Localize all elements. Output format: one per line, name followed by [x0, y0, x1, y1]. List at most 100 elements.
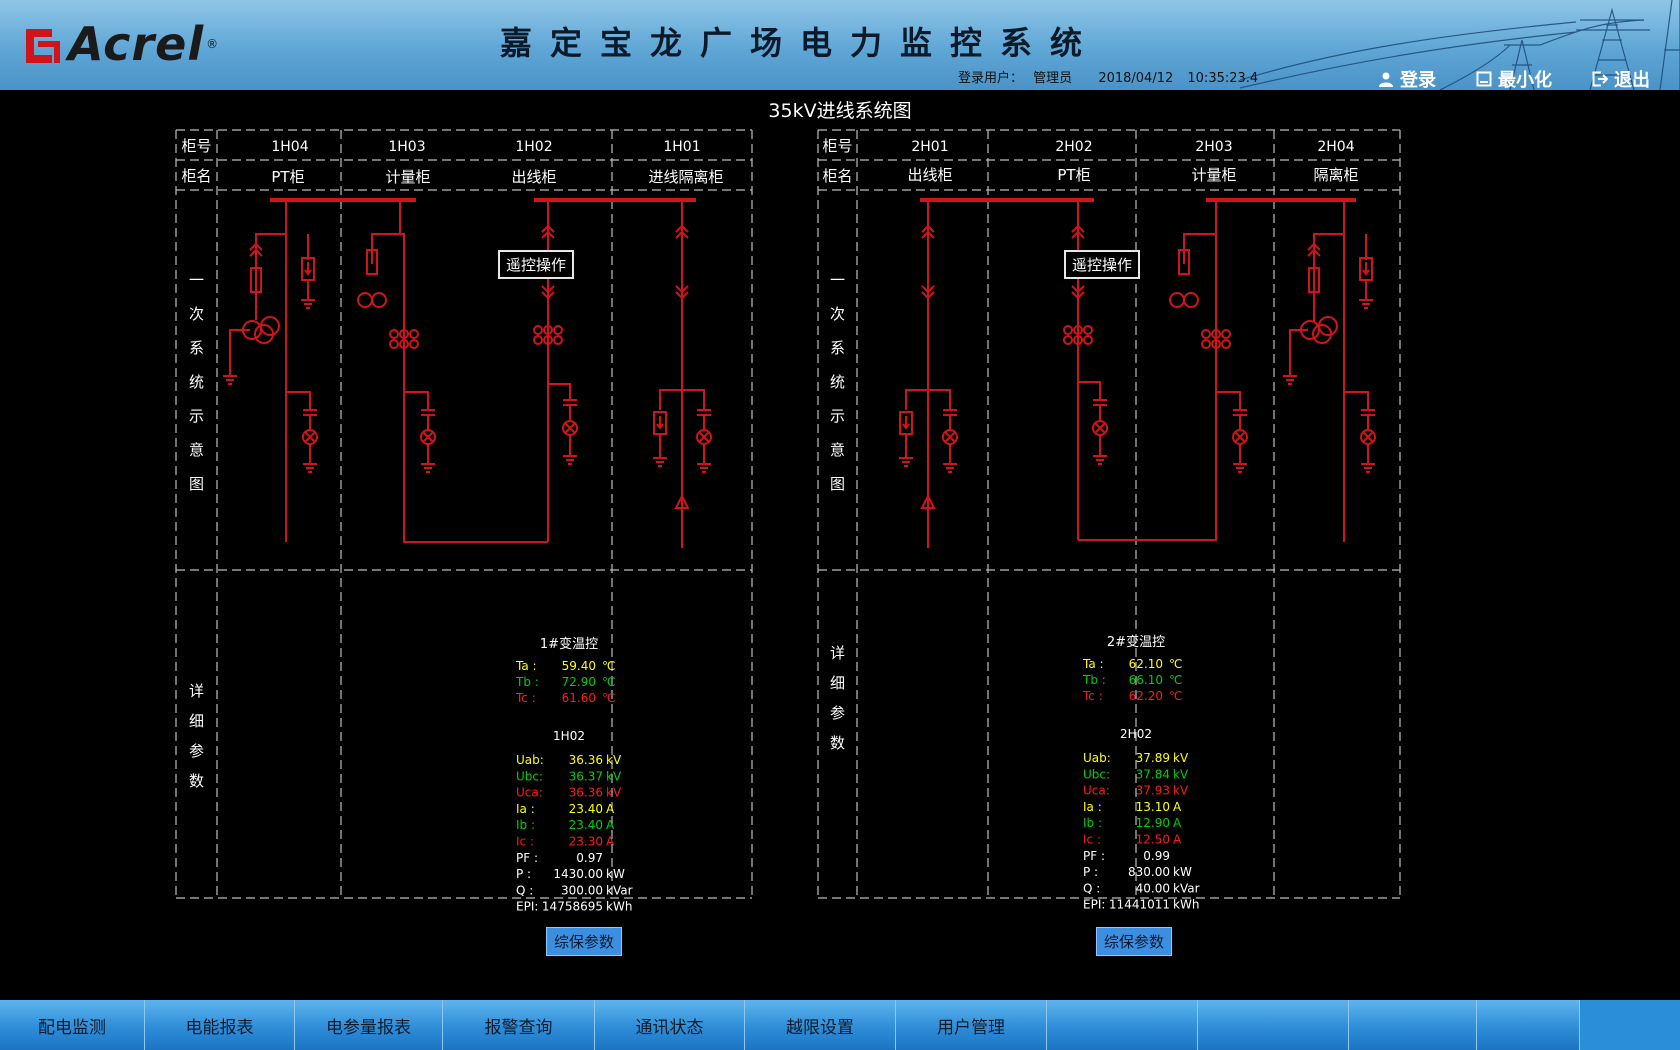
current-date: 2018/04/12 [1098, 71, 1174, 86]
cabinet-name-header: 柜名 [181, 167, 211, 185]
meter-title: 2H02 [1120, 727, 1152, 741]
remote-operation-button-1[interactable]: 遥控操作 [498, 250, 575, 279]
nav-user-management[interactable]: 用户管理 [896, 1000, 1047, 1050]
acrel-logo: Acrel ® [22, 17, 218, 71]
wire-path [404, 391, 429, 410]
primary-diagram-vertical-label: 统 [830, 373, 845, 391]
param-unit: kVar [606, 883, 633, 897]
primary-diagram-vertical-label: 次 [189, 305, 204, 323]
login-button[interactable]: 登录 [1378, 66, 1436, 90]
param-value: 37.84 [1136, 767, 1170, 781]
acrel-logo-mark [26, 29, 60, 63]
temp-unit: ℃ [602, 691, 615, 705]
param-unit: kVar [1173, 881, 1200, 895]
param-label: Uab: [516, 753, 544, 767]
param-unit: A [1173, 800, 1182, 814]
param-label: Ia : [516, 802, 535, 816]
system-title: 嘉定宝龙广场电力监控系统 [500, 24, 1101, 62]
nav-empty-4[interactable] [1477, 1000, 1580, 1050]
ground-icon [1361, 458, 1375, 473]
wire-path [400, 233, 548, 543]
primary-diagram-vertical-label: 图 [830, 475, 845, 493]
cabinet-no-header: 柜号 [822, 137, 852, 155]
detail-params-vertical-label: 详 [189, 682, 204, 700]
param-label: Ic : [516, 835, 534, 849]
temp-unit: ℃ [1169, 657, 1182, 671]
ground-icon [301, 294, 315, 309]
param-value: 36.37 [569, 769, 603, 783]
login-info: 登录用户： 管理员 2018/04/12 10:35:23.4 [958, 67, 1264, 86]
nav-empty-2[interactable] [1198, 1000, 1349, 1050]
nav-limit-setting[interactable]: 越限设置 [745, 1000, 896, 1050]
param-label: Ia : [1083, 800, 1102, 814]
capacitor-icon [1361, 409, 1375, 416]
param-value: 23.40 [569, 802, 603, 816]
wire-path [1216, 391, 1241, 410]
param-label: Ubc: [516, 769, 543, 783]
login-user: 管理员 [1033, 71, 1073, 86]
primary-diagram-vertical-label: 统 [189, 373, 204, 391]
nav-empty-3[interactable] [1349, 1000, 1477, 1050]
param-unit: kV [606, 753, 622, 767]
nav-distribution-monitor[interactable]: 配电监测 [0, 1000, 145, 1050]
param-label: Uab: [1083, 751, 1111, 765]
capacitor-icon [563, 399, 577, 406]
temp-value: 59.40 [562, 659, 596, 673]
wire-path [659, 389, 682, 410]
capacitor-icon [943, 409, 957, 416]
param-unit: A [606, 802, 615, 816]
param-unit: A [1173, 833, 1182, 847]
user-icon [1379, 72, 1393, 87]
ground-icon [563, 450, 577, 465]
temp-unit: ℃ [1169, 673, 1182, 687]
nav-parameter-report[interactable]: 电参量报表 [295, 1000, 443, 1050]
param-label: Uca: [516, 786, 543, 800]
param-label: Q : [516, 883, 533, 897]
exit-button[interactable]: 退出 [1592, 66, 1650, 90]
minimize-button[interactable]: 最小化 [1476, 66, 1552, 90]
system-diagram: 柜号柜名一次系统示意图详细参数1H04PT柜1H03计量柜1H02出线柜1H01… [175, 129, 1401, 914]
capacitor-icon [303, 409, 317, 416]
minimize-button-label: 最小化 [1498, 70, 1552, 90]
detail-params-vertical-label: 详 [830, 644, 845, 662]
primary-diagram-vertical-label: 一 [189, 271, 204, 289]
param-unit: kV [1173, 751, 1189, 765]
ground-icon [1093, 450, 1107, 465]
nav-empty-1[interactable] [1047, 1000, 1198, 1050]
cabinet-name: 进线隔离柜 [648, 168, 723, 186]
cabinet-number: 2H01 [911, 139, 948, 155]
pt-transformer-icon [357, 292, 373, 308]
ground-icon [1359, 294, 1373, 309]
param-value: 11441011 [1109, 898, 1170, 912]
param-label: Ic : [1083, 833, 1101, 847]
param-unit: kV [606, 786, 622, 800]
param-unit: A [606, 835, 615, 849]
param-unit: kV [1173, 784, 1189, 798]
wire-path [548, 383, 571, 400]
remote-operation-button-2[interactable]: 遥控操作 [1064, 250, 1141, 279]
detail-params-vertical-label: 细 [830, 674, 845, 692]
temp-label: Tb : [515, 675, 539, 689]
param-value: 300.00 [561, 883, 603, 897]
param-value: 0.99 [1143, 849, 1170, 863]
param-value: 14758695 [542, 900, 603, 914]
indicator-cross-icon [422, 431, 434, 443]
nav-comm-status[interactable]: 通讯状态 [595, 1000, 745, 1050]
protection-params-button-1[interactable]: 综保参数 [546, 927, 623, 956]
protection-params-button-2[interactable]: 综保参数 [1096, 927, 1173, 956]
wire-path [905, 389, 928, 410]
ground-icon [697, 458, 711, 473]
param-label: Uca: [1083, 784, 1110, 798]
param-label: Q : [1083, 881, 1100, 895]
detail-params-vertical-label: 参 [189, 742, 204, 760]
param-value: 37.93 [1136, 784, 1170, 798]
nav-energy-report[interactable]: 电能报表 [145, 1000, 295, 1050]
capacitor-icon [1233, 409, 1247, 416]
primary-diagram-vertical-label: 意 [830, 441, 845, 459]
cabinet-number: 2H04 [1317, 139, 1354, 155]
nav-alarm-query[interactable]: 报警查询 [443, 1000, 595, 1050]
current-transformer-icon [553, 325, 564, 345]
ground-icon [421, 458, 435, 473]
temp-value: 62.20 [1129, 689, 1163, 703]
indicator-cross-icon [564, 422, 576, 434]
